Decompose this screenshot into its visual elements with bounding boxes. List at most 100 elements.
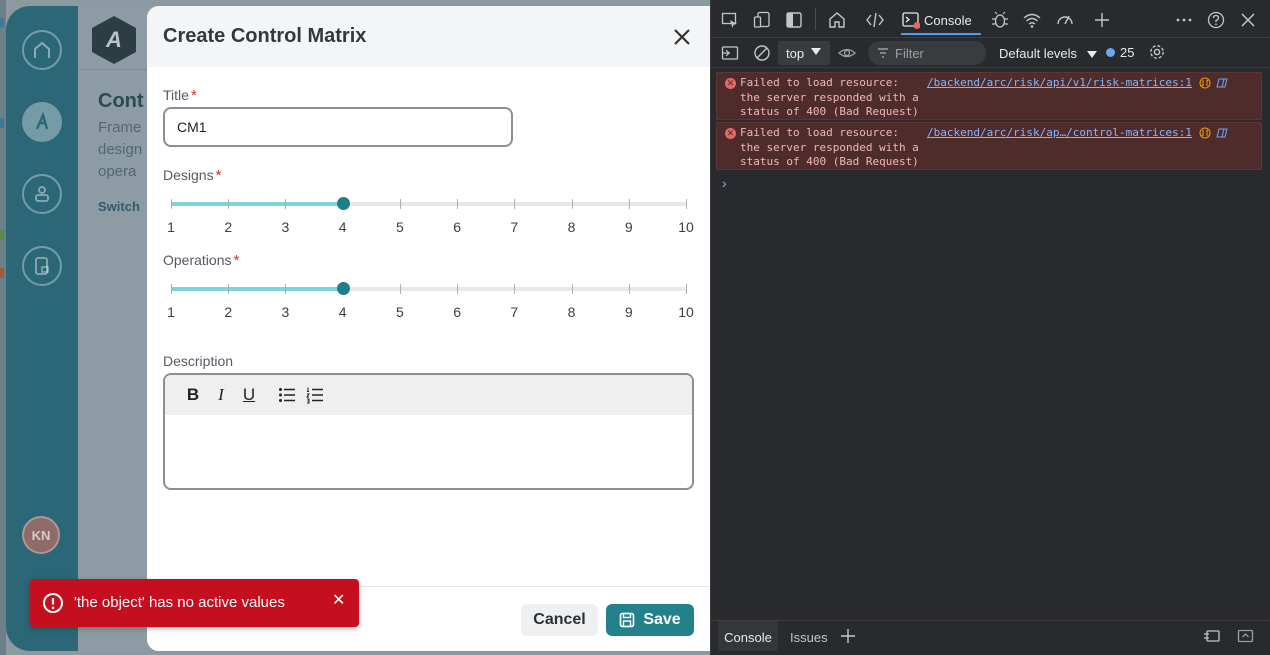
slider-tick <box>571 284 573 294</box>
italic-button[interactable]: I <box>207 381 235 409</box>
page-title: Cont <box>98 90 144 112</box>
drawer-tab-console[interactable]: Console <box>718 621 778 651</box>
log-message: Failed to load resource: the server resp… <box>740 76 919 118</box>
issues-count-value: 25 <box>1120 45 1135 60</box>
slider-tick <box>228 199 230 209</box>
tick-label: 1 <box>167 304 175 320</box>
tick-label: 8 <box>567 304 576 320</box>
sidebar-toggle-icon[interactable] <box>721 44 739 62</box>
slider-tick <box>571 199 573 209</box>
slider-tick <box>628 199 630 209</box>
drawer-add-tab-icon[interactable] <box>840 628 856 644</box>
slider-tick <box>171 199 172 209</box>
tab-console[interactable]: Console <box>901 5 981 35</box>
sources-bug-icon[interactable] <box>991 11 1009 29</box>
switch-link[interactable]: Switch <box>98 199 140 214</box>
dock-drawer-icon[interactable] <box>1203 628 1220 644</box>
console-prompt[interactable]: › <box>722 175 727 191</box>
tick-label: 6 <box>453 304 462 320</box>
bullet-list-button[interactable] <box>273 381 301 409</box>
console-icon <box>902 12 920 29</box>
edge-marker <box>0 268 4 278</box>
operations-label-text: Operations <box>163 252 232 268</box>
filter-placeholder: Filter <box>895 46 924 61</box>
help-icon[interactable] <box>1207 11 1225 29</box>
home-icon <box>34 41 50 58</box>
user-settings-icon <box>35 186 49 202</box>
network-request-icon[interactable] <box>1199 77 1211 89</box>
nav-user-settings[interactable] <box>22 174 62 214</box>
live-expression-eye-icon[interactable] <box>838 44 856 62</box>
bold-button[interactable]: B <box>179 381 207 409</box>
context-select[interactable]: top <box>778 41 830 65</box>
tick-label: 9 <box>624 304 633 320</box>
slider-tick <box>399 284 401 294</box>
tick-label: 7 <box>510 219 519 235</box>
elements-code-icon[interactable] <box>866 11 884 29</box>
console-settings-gear-icon[interactable] <box>1148 43 1166 61</box>
save-button[interactable]: Save <box>606 604 694 636</box>
side-rail: KN <box>6 6 78 651</box>
description-label: Description <box>163 353 234 369</box>
nav-logo[interactable] <box>22 102 62 142</box>
clear-console-icon[interactable] <box>753 44 771 62</box>
copilot-explain-icon[interactable] <box>1216 127 1228 139</box>
filter-input[interactable]: Filter <box>868 41 986 65</box>
issues-counter[interactable]: 25 <box>1106 45 1134 60</box>
underline-button[interactable]: U <box>235 381 263 409</box>
inspect-element-icon[interactable] <box>721 11 739 29</box>
slider-thumb[interactable] <box>336 282 350 295</box>
dialog-header: Create Control Matrix <box>147 6 710 67</box>
edge-marker <box>0 18 4 28</box>
close-icon[interactable] <box>671 26 693 48</box>
nav-home[interactable] <box>22 30 62 70</box>
log-message: Failed to load resource: the server resp… <box>740 126 919 168</box>
required-mark: * <box>190 87 197 104</box>
slider-tick <box>457 284 459 294</box>
console-error-entry[interactable]: ✕ Failed to load resource: the server re… <box>716 72 1262 120</box>
operations-slider[interactable] <box>171 279 687 299</box>
dock-side-icon[interactable] <box>785 11 803 29</box>
devtools-drawer: Console Issues <box>711 620 1270 655</box>
network-request-icon[interactable] <box>1199 127 1211 139</box>
edge-marker <box>0 230 4 240</box>
title-input[interactable] <box>163 107 513 147</box>
logo-nav-icon <box>35 112 49 130</box>
issue-message-icon <box>1106 48 1115 57</box>
tick-label: 4 <box>338 219 347 235</box>
designs-slider[interactable] <box>171 194 687 214</box>
error-icon: ✕ <box>725 128 736 139</box>
description-editor: B I U <box>163 373 694 490</box>
close-devtools-icon[interactable] <box>1239 11 1257 29</box>
save-icon <box>620 612 635 628</box>
console-error-entry[interactable]: ✕ Failed to load resource: the server re… <box>716 122 1262 170</box>
editor-toolbar: B I U <box>165 375 692 415</box>
numbered-list-button[interactable] <box>301 381 329 409</box>
tick-label: 9 <box>624 219 633 235</box>
nav-document-lock[interactable] <box>22 246 62 286</box>
designs-tick-labels: 1 2 3 4 5 6 7 8 9 10 <box>167 219 694 235</box>
performance-gauge-icon[interactable] <box>1056 11 1074 29</box>
cancel-button[interactable]: Cancel <box>521 604 598 636</box>
welcome-home-icon[interactable] <box>828 11 846 29</box>
network-wifi-icon[interactable] <box>1023 11 1041 29</box>
drawer-tab-issues[interactable]: Issues <box>790 621 828 651</box>
collapse-drawer-icon[interactable] <box>1237 628 1254 644</box>
avatar[interactable]: KN <box>22 516 60 554</box>
slider-thumb[interactable] <box>336 197 350 210</box>
log-levels-dropdown[interactable]: Default levels <box>999 46 1097 61</box>
toast-close-icon[interactable]: ✕ <box>332 590 345 610</box>
slider-tick <box>457 199 459 209</box>
tick-label: 1 <box>167 219 175 235</box>
copilot-explain-icon[interactable] <box>1216 77 1228 89</box>
edge-marker <box>0 118 4 128</box>
slider-fill <box>171 202 343 206</box>
more-options-icon[interactable] <box>1175 11 1193 29</box>
log-source-link[interactable]: /backend/arc/risk/api/v1/risk-matrices:1 <box>927 76 1192 89</box>
description-input[interactable] <box>165 415 692 488</box>
device-toolbar-icon[interactable] <box>753 11 771 29</box>
add-tab-icon[interactable] <box>1093 11 1111 29</box>
logo-icon: A <box>92 16 136 64</box>
log-source-link[interactable]: /backend/arc/risk/ap…/control-matrices:1 <box>927 126 1192 139</box>
slider-tick <box>514 284 516 294</box>
